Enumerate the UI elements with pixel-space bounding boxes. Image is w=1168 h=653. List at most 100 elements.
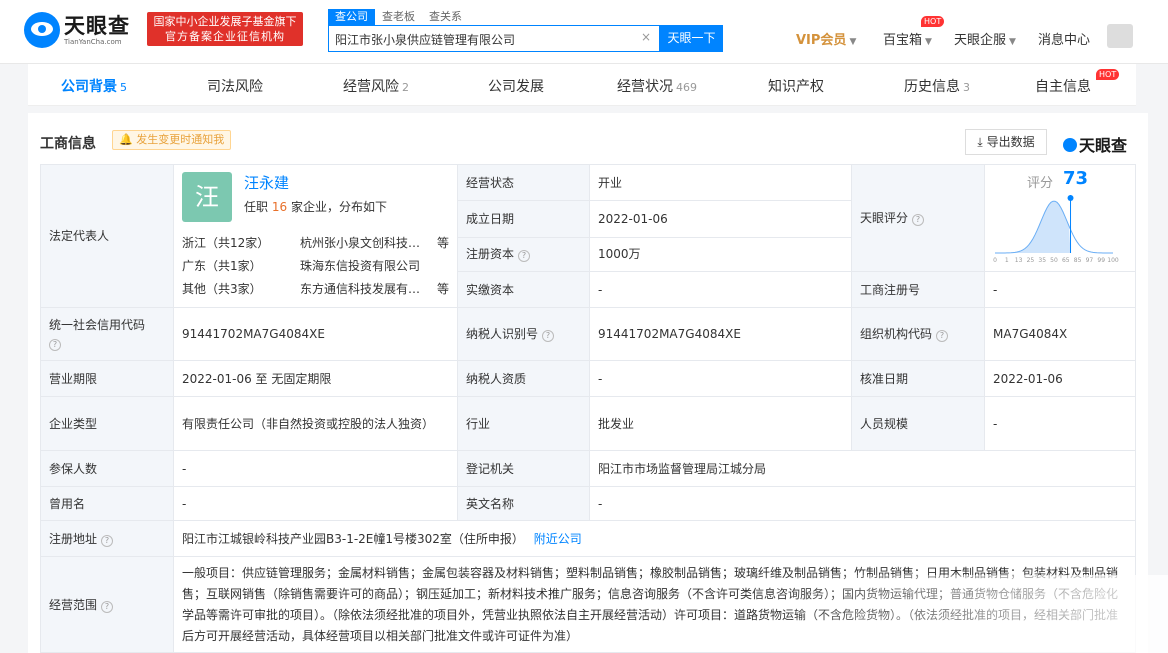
search-button[interactable]: 天眼一下 (660, 25, 723, 52)
staff-value: - (984, 396, 1136, 451)
baibaoxiang-menu[interactable]: 百宝箱 ▼ (883, 29, 932, 48)
addr-label: 注册地址 (49, 531, 98, 546)
score-label-cell: 天眼评分? (851, 164, 985, 272)
tick-label: 13 (1015, 257, 1023, 264)
tab-history[interactable]: 历史信息 3 (904, 76, 970, 96)
logo-subtext: TianYanCha.com (64, 38, 122, 46)
vip-menu[interactable]: VIP会员 ▼ (796, 29, 856, 48)
section-tabs: 公司背景 5 司法风险 经营风险 2 公司发展 经营状况 469 知识产权 历史信息 3… (28, 64, 1136, 106)
search-box: × (328, 25, 660, 52)
former-value: - (173, 486, 458, 521)
clear-icon[interactable]: × (641, 30, 651, 44)
tab-ip[interactable]: 知识产权 (768, 76, 824, 96)
notify-label: 发生变更时通知我 (136, 133, 225, 146)
region: 浙江（共12家） (182, 236, 270, 250)
nearby-companies-link[interactable]: 附近公司 (534, 532, 582, 546)
industry-value: 批发业 (589, 396, 852, 451)
export-button[interactable]: ⤓ 导出数据 (965, 129, 1047, 155)
help-icon[interactable]: ? (101, 600, 114, 613)
org-value: MA7G4084X (984, 307, 1136, 361)
tab-label: 经营状况 (617, 79, 673, 95)
taxid-value: 91441702MA7G4084XE (589, 307, 852, 361)
list-item[interactable]: 浙江（共12家） 杭州张小泉文创科技有限公司等 (182, 234, 452, 252)
legal-rep-cell: 汪 汪永建 任职 16 家企业，分布如下 浙江（共12家） 杭州张小泉文创科技有限… (173, 164, 458, 308)
company[interactable]: 珠海东信投资有限公司 (300, 257, 450, 275)
score-label: 天眼评分 (860, 211, 909, 225)
search-input[interactable] (335, 30, 635, 48)
tick-label: 99 (1097, 257, 1105, 264)
tab-self-info[interactable]: 自主信息 (1035, 76, 1091, 96)
taxid-label: 纳税人识别号 (466, 327, 539, 341)
business-info-panel: 工商信息 🔔 发生变更时通知我 ⤓ 导出数据 天眼查 法定代表人 汪 汪永建 任… (28, 113, 1148, 653)
chevron-down-icon: ▼ (849, 37, 857, 47)
score-widget[interactable]: 评分 73 0 1 13 25 35 50 65 85 97 99 100 (985, 165, 1135, 271)
addr-value: 阳江市江城银岭科技产业园B3-1-2E幢1号楼302室（住所申报） (182, 531, 524, 546)
help-icon[interactable]: ? (518, 250, 531, 263)
tick-label: 35 (1038, 257, 1046, 264)
credit-label-cell: 统一社会信用代码? (40, 307, 174, 361)
tab-label: 公司背景 (61, 79, 117, 95)
legal-rep-label: 法定代表人 (40, 164, 174, 308)
org-label-cell: 组织机构代码? (851, 307, 985, 361)
hot-badge: HOT (921, 16, 945, 27)
help-icon[interactable]: ? (49, 339, 61, 351)
watermark-overlay (760, 575, 1168, 653)
tick-label: 1 (1005, 257, 1009, 264)
help-icon[interactable]: ? (936, 330, 949, 342)
legal-rep-name[interactable]: 汪永建 (244, 174, 289, 192)
tab-label: 经营风险 (343, 79, 399, 95)
summary-count: 16 (271, 200, 288, 214)
taxq-value: - (589, 360, 852, 397)
qiye-label: 天眼企服 (954, 33, 1007, 48)
chevron-down-icon: ▼ (1009, 37, 1016, 47)
help-icon[interactable]: ? (101, 534, 114, 547)
paid-value: - (589, 271, 852, 308)
legal-rep-summary: 任职 16 家企业，分布如下 (244, 198, 387, 216)
bell-icon: 🔔 (119, 133, 133, 146)
search-tab-company[interactable]: 查公司 (328, 9, 375, 25)
legal-rep-card: 汪 汪永建 任职 16 家企业，分布如下 浙江（共12家） 杭州张小泉文创科技有限… (182, 166, 449, 306)
search-tab-relation[interactable]: 查关系 (422, 9, 469, 25)
help-icon[interactable]: ? (542, 330, 555, 342)
legal-rep-avatar: 汪 (182, 172, 232, 222)
paid-label: 实缴资本 (457, 271, 590, 308)
company[interactable]: 杭州张小泉文创科技有限公司 (300, 234, 425, 252)
tab-company-background[interactable]: 公司背景 5 (61, 76, 127, 96)
region: 广东（共1家） (182, 259, 262, 273)
tab-operations[interactable]: 经营状况 469 (617, 76, 697, 96)
tab-development[interactable]: 公司发展 (488, 76, 544, 96)
list-item[interactable]: 其他（共3家） 东方通信科技发展有限公司等 (182, 280, 452, 298)
help-icon[interactable]: ? (912, 214, 925, 226)
term-label: 营业期限 (40, 360, 174, 397)
org-label: 组织机构代码 (860, 327, 933, 341)
notify-button[interactable]: 🔔 发生变更时通知我 (112, 130, 232, 150)
addr-label-cell: 注册地址? (40, 520, 174, 557)
message-center[interactable]: 消息中心 (1038, 29, 1090, 48)
status-value: 开业 (589, 163, 852, 202)
qiye-menu[interactable]: 天眼企服 ▼ (954, 29, 1016, 48)
tick-label: 0 (993, 257, 997, 264)
tick-label: 85 (1074, 257, 1082, 264)
status-label: 经营状态 (457, 163, 590, 202)
tab-legal-risk[interactable]: 司法风险 (207, 76, 263, 96)
insured-label: 参保人数 (40, 450, 174, 487)
en-label: 英文名称 (457, 486, 590, 521)
tab-business-risk[interactable]: 经营风险 2 (343, 76, 409, 96)
staff-label: 人员规模 (851, 396, 985, 451)
search-tab-boss[interactable]: 查老板 (375, 9, 422, 25)
export-label: 导出数据 (986, 135, 1035, 149)
brand-text: 天眼查 (1079, 136, 1128, 155)
approve-label: 核准日期 (851, 360, 985, 397)
tianyancha-logo[interactable]: 天眼查 TianYanCha.com (24, 10, 144, 50)
list-item[interactable]: 广东（共1家） 珠海东信投资有限公司 (182, 257, 452, 275)
tab-count: 469 (676, 81, 697, 94)
founded-value: 2022-01-06 (589, 200, 852, 238)
credit-value: 91441702MA7G4084XE (173, 307, 458, 361)
tab-label: 司法风险 (207, 79, 263, 95)
tab-label: 公司发展 (488, 79, 544, 95)
capital-label-cell: 注册资本? (457, 236, 590, 273)
regno-label: 工商注册号 (851, 271, 985, 308)
user-avatar[interactable] (1107, 24, 1133, 48)
eye-logo-icon (1063, 138, 1077, 152)
company[interactable]: 东方通信科技发展有限公司 (300, 280, 425, 298)
